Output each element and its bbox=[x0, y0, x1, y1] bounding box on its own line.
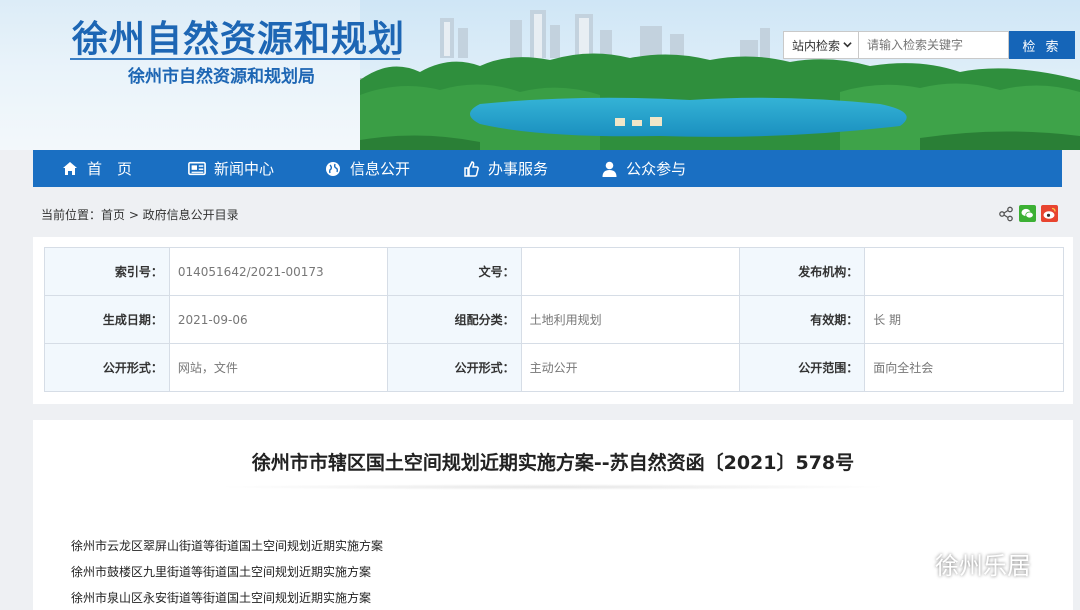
thumbs-up-icon bbox=[462, 160, 480, 178]
watermark-text: 徐州乐居 bbox=[935, 551, 1031, 580]
nav-label: 公众参与 bbox=[626, 160, 687, 178]
nav-label: 办事服务 bbox=[488, 160, 549, 178]
search-scope-label: 站内检索 bbox=[792, 38, 841, 53]
publisher-label: 发布机构： bbox=[739, 247, 866, 296]
nav-item-home[interactable]: 首 页 bbox=[61, 150, 132, 187]
main-nav: 首 页 新闻中心 信息公开 办事服务 公众参与 bbox=[33, 150, 1062, 187]
weibo-share-icon[interactable] bbox=[1041, 205, 1058, 226]
share-icon[interactable] bbox=[998, 206, 1014, 226]
title-divider bbox=[213, 484, 893, 490]
city-lake-illustration bbox=[360, 0, 1080, 150]
table-row: 公开形式： 网站，文件 公开形式： 主动公开 公开范围： 面向全社会 bbox=[44, 343, 1064, 392]
publisher-value bbox=[864, 247, 1064, 296]
created-date-label: 生成日期： bbox=[44, 295, 170, 344]
table-row: 生成日期： 2021-09-06 组配分类： 土地利用规划 有效期： 长 期 bbox=[44, 295, 1064, 344]
category-value: 土地利用规划 bbox=[520, 295, 741, 344]
header-banner: 徐州自然资源和规划 徐州市自然资源和规划局 站内检索 检 索 bbox=[0, 0, 1080, 150]
wechat-share-icon[interactable] bbox=[1019, 205, 1036, 226]
disclosure-form-label: 公开形式： bbox=[44, 343, 170, 392]
globe-icon bbox=[324, 160, 342, 178]
wechat-logo-icon bbox=[893, 545, 929, 581]
home-icon bbox=[61, 160, 79, 178]
document-title: 徐州市市辖区国土空间规划近期实施方案--苏自然资函〔2021〕578号 bbox=[251, 452, 855, 474]
share-toolbar bbox=[998, 205, 1058, 226]
created-date-value: 2021-09-06 bbox=[168, 295, 388, 344]
nav-item-services[interactable]: 办事服务 bbox=[462, 150, 548, 187]
user-icon bbox=[600, 160, 618, 178]
document-number-value bbox=[520, 247, 741, 296]
site-subtitle: 徐州市自然资源和规划局 bbox=[128, 67, 315, 87]
validity-value: 长 期 bbox=[864, 295, 1064, 344]
search-bar: 站内检索 检 索 bbox=[783, 31, 1075, 59]
disclosure-type-value: 主动公开 bbox=[520, 343, 741, 392]
nav-label: 首 页 bbox=[87, 160, 133, 178]
search-input[interactable] bbox=[859, 31, 1009, 59]
news-icon bbox=[188, 160, 206, 178]
watermark: 徐州乐居 bbox=[893, 545, 1031, 581]
search-scope-select[interactable]: 站内检索 bbox=[783, 31, 859, 59]
nav-item-news[interactable]: 新闻中心 bbox=[188, 150, 274, 187]
validity-label: 有效期： bbox=[739, 295, 866, 344]
metadata-card: 索引号： 014051642/2021-00173 文号： 发布机构： 生成日期… bbox=[33, 237, 1073, 404]
disclosure-scope-label: 公开范围： bbox=[739, 343, 866, 392]
index-number-label: 索引号： bbox=[44, 247, 170, 296]
title-divider bbox=[70, 58, 400, 60]
disclosure-scope-value: 面向全社会 bbox=[864, 343, 1064, 392]
chevron-down-icon bbox=[843, 38, 852, 52]
document-link[interactable]: 徐州市鼓楼区九里街道等街道国土空间规划近期实施方案 bbox=[71, 564, 383, 590]
nav-label: 信息公开 bbox=[350, 160, 411, 178]
breadcrumb: 当前位置：首页 > 政府信息公开目录 bbox=[41, 208, 239, 222]
nav-item-info-disclosure[interactable]: 信息公开 bbox=[324, 150, 410, 187]
document-link[interactable]: 徐州市泉山区永安街道等街道国土空间规划近期实施方案 bbox=[71, 590, 383, 610]
table-row: 索引号： 014051642/2021-00173 文号： 发布机构： bbox=[44, 247, 1064, 296]
document-link[interactable]: 徐州市云龙区翠屏山街道等街道国土空间规划近期实施方案 bbox=[71, 538, 383, 564]
nav-label: 新闻中心 bbox=[214, 160, 275, 178]
document-number-label: 文号： bbox=[386, 247, 522, 296]
document-link-list: 徐州市云龙区翠屏山街道等街道国土空间规划近期实施方案 徐州市鼓楼区九里街道等街道… bbox=[71, 538, 383, 610]
document-content: 徐州市市辖区国土空间规划近期实施方案--苏自然资函〔2021〕578号 徐州市云… bbox=[33, 420, 1073, 610]
metadata-table: 索引号： 014051642/2021-00173 文号： 发布机构： 生成日期… bbox=[44, 247, 1064, 392]
index-number-value: 014051642/2021-00173 bbox=[168, 247, 388, 296]
disclosure-form-value: 网站，文件 bbox=[168, 343, 388, 392]
disclosure-type-label: 公开形式： bbox=[386, 343, 522, 392]
nav-item-public-participation[interactable]: 公众参与 bbox=[600, 150, 686, 187]
category-label: 组配分类： bbox=[386, 295, 522, 344]
search-button[interactable]: 检 索 bbox=[1009, 31, 1075, 59]
site-title: 徐州自然资源和规划 bbox=[72, 19, 406, 60]
